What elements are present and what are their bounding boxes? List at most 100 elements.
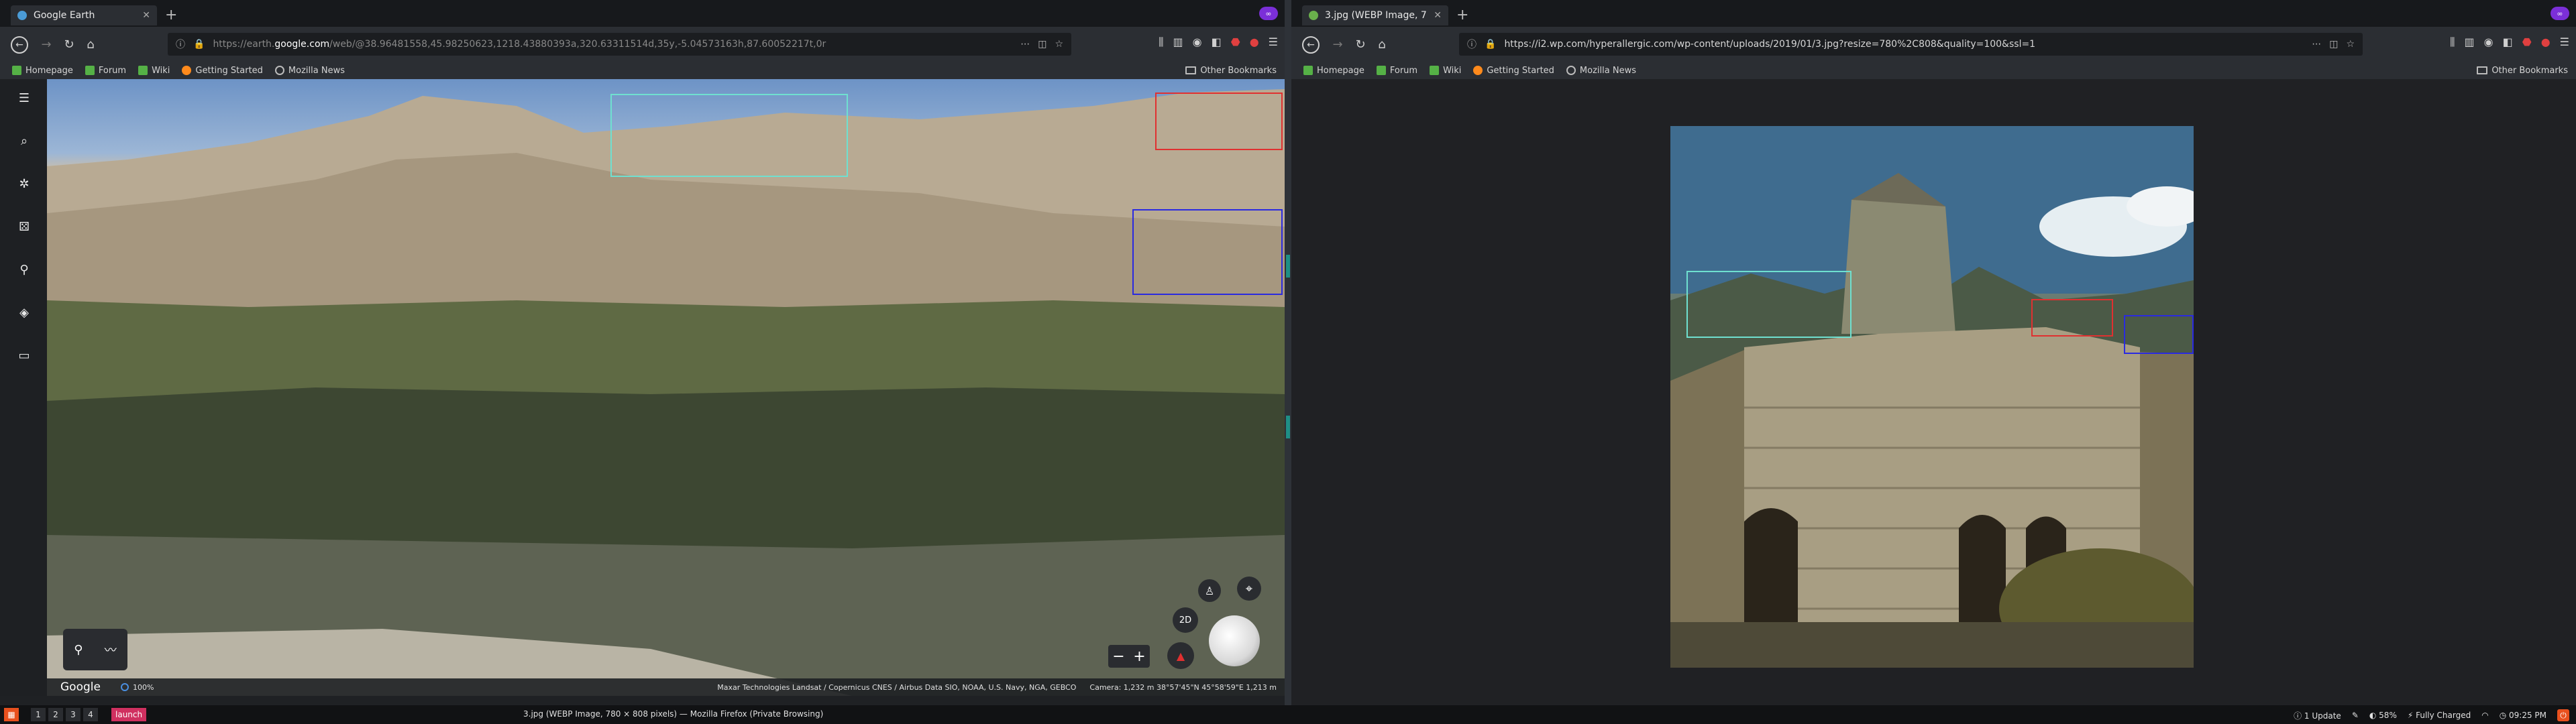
new-tab-icon[interactable]: + <box>1456 7 1468 23</box>
camera-info: Camera: 1,232 m 38°57'45"N 45°58'59"E 1,… <box>1089 682 1277 692</box>
home-button[interactable]: ⌂ <box>82 36 99 53</box>
bookmark-icon <box>1376 66 1386 75</box>
url-bar[interactable]: ⓘ 🔒 https://earth.google.com/web/@38.964… <box>168 33 1071 56</box>
wifi-icon[interactable]: ◠ <box>2481 711 2488 720</box>
close-tab-icon[interactable]: ✕ <box>142 10 150 21</box>
sidebar-icon[interactable]: ▥ <box>2465 36 2475 49</box>
more-actions-icon[interactable]: ⋯ <box>1020 39 1030 50</box>
reload-button[interactable]: ↻ <box>1352 36 1369 53</box>
globe-icon <box>1566 66 1576 75</box>
workspace-4[interactable]: 4 <box>83 708 98 721</box>
close-tab-icon[interactable]: ✕ <box>1434 10 1442 21</box>
map-style-icon[interactable]: ◈ <box>17 306 32 320</box>
view-mode-2d-button[interactable]: 2D <box>1173 607 1198 633</box>
addon-red-icon[interactable]: ● <box>2541 36 2551 49</box>
zoom-in-button[interactable]: + <box>1133 648 1145 665</box>
bookmark-getting-started[interactable]: Getting Started <box>1473 66 1554 76</box>
window-divider[interactable] <box>1285 0 1291 705</box>
url-prefix: https://earth. <box>213 39 275 50</box>
updates-indicator[interactable]: ⓘ 1 Update <box>2294 710 2341 721</box>
globe-overview-icon[interactable] <box>1209 615 1260 666</box>
home-button[interactable]: ⌂ <box>1373 36 1391 53</box>
extension-icon[interactable]: ◧ <box>1212 36 1222 49</box>
place-pin-icon[interactable]: ⚲ <box>74 643 83 657</box>
bookmark-homepage[interactable]: Homepage <box>1303 66 1364 76</box>
feeling-lucky-icon[interactable]: ⚄ <box>17 220 32 235</box>
back-button[interactable]: ← <box>11 36 28 54</box>
system-tray: ⓘ 1 Update ✎ ◐ 58% ⚡ Fully Charged ◠ ◷ 0… <box>2294 709 2569 721</box>
bookmark-forum[interactable]: Forum <box>85 66 126 76</box>
taskbar: ▦ 1 2 3 4 launch 3.jpg (WEBP Image, 780 … <box>0 705 2576 724</box>
measure-icon[interactable]: ▭ <box>17 349 32 363</box>
url-text[interactable]: https://i2.wp.com/hyperallergic.com/wp-c… <box>1504 39 2304 50</box>
menu-grid-icon[interactable]: ▦ <box>4 708 19 721</box>
ublock-icon[interactable]: ⬣ <box>2522 36 2532 49</box>
pegman-button[interactable]: ♙ <box>1198 579 1221 602</box>
other-bookmarks-label: Other Bookmarks <box>1200 65 1277 76</box>
library-icon[interactable]: ⫼ <box>2450 36 2455 49</box>
bookmark-getting-started[interactable]: Getting Started <box>182 66 263 76</box>
lock-icon: 🔒 <box>1485 39 1497 50</box>
bookmark-wiki[interactable]: Wiki <box>138 66 170 76</box>
path-icon[interactable]: 〰 <box>105 641 117 658</box>
pen-icon[interactable]: ✎ <box>2352 711 2359 720</box>
battery-indicator[interactable]: ⚡ Fully Charged <box>2408 711 2471 720</box>
menu-icon[interactable]: ☰ <box>2560 36 2569 49</box>
projects-icon[interactable]: ⚲ <box>17 263 32 278</box>
compass-icon[interactable]: ▲ <box>1167 642 1194 669</box>
sidebar-icon[interactable]: ▥ <box>1173 36 1183 49</box>
pocket-icon[interactable]: ◫ <box>2329 39 2338 50</box>
forward-button[interactable]: → <box>38 36 55 53</box>
library-icon[interactable]: ⫼ <box>1159 36 1163 49</box>
firefox-icon <box>1473 66 1483 75</box>
other-bookmarks[interactable]: Other Bookmarks <box>1185 66 1277 76</box>
bookmark-homepage[interactable]: Homepage <box>12 66 73 76</box>
url-bar[interactable]: ⓘ 🔒 https://i2.wp.com/hyperallergic.com/… <box>1459 33 2363 56</box>
info-icon: ⓘ <box>2294 711 2304 721</box>
bookmark-star-icon[interactable]: ☆ <box>1055 39 1063 50</box>
menu-icon[interactable]: ☰ <box>17 91 32 106</box>
search-icon[interactable]: ⌕ <box>17 134 32 149</box>
bookmark-forum[interactable]: Forum <box>1376 66 1417 76</box>
bookmark-mozilla-news[interactable]: Mozilla News <box>1566 66 1636 76</box>
account-icon[interactable]: ◉ <box>1193 36 1202 49</box>
workspace-1[interactable]: 1 <box>31 708 46 721</box>
info-icon[interactable]: ⓘ <box>176 38 185 51</box>
bookmark-mozilla-news[interactable]: Mozilla News <box>274 66 345 76</box>
zoom-out-button[interactable]: − <box>1112 648 1124 665</box>
other-bookmarks[interactable]: Other Bookmarks <box>2477 66 2568 76</box>
pocket-icon[interactable]: ◫ <box>1038 39 1046 50</box>
bookmark-label: Getting Started <box>1487 65 1554 76</box>
church-photo[interactable] <box>1670 126 2194 668</box>
workspace-2[interactable]: 2 <box>48 708 63 721</box>
back-button[interactable]: ← <box>1302 36 1320 54</box>
info-icon[interactable]: ⓘ <box>1467 38 1477 51</box>
forward-button[interactable]: → <box>1329 36 1346 53</box>
volume-indicator[interactable]: ◐ 58% <box>2369 711 2397 720</box>
url-text[interactable]: https://earth.google.com/web/@38.9648155… <box>213 39 1012 50</box>
ublock-icon[interactable]: ⬣ <box>1231 36 1240 49</box>
bookmark-star-icon[interactable]: ☆ <box>2346 39 2355 50</box>
new-tab-icon[interactable]: + <box>165 7 177 23</box>
reload-button[interactable]: ↻ <box>60 36 78 53</box>
apps-menu[interactable]: ▦ <box>4 708 19 721</box>
tab-google-earth[interactable]: Google Earth ✕ <box>11 5 157 25</box>
more-actions-icon[interactable]: ⋯ <box>2312 39 2321 50</box>
launch-button[interactable]: launch <box>111 708 147 721</box>
nav-bar: ← → ↻ ⌂ ⓘ 🔒 https://i2.wp.com/hyperaller… <box>1291 27 2576 62</box>
account-icon[interactable]: ◉ <box>2484 36 2493 49</box>
earth-status-bar: Google 100% Maxar Technologies Landsat /… <box>47 678 1285 696</box>
earth-3d-view[interactable] <box>47 79 1285 696</box>
url-path: /web/@38.96481558,45.98250623,1218.43880… <box>329 39 826 50</box>
workspace-3[interactable]: 3 <box>66 708 80 721</box>
menu-icon[interactable]: ☰ <box>1269 36 1278 49</box>
addon-red-icon[interactable]: ● <box>1250 36 1259 49</box>
clock[interactable]: ◷ 09:25 PM <box>2500 711 2546 720</box>
extension-icon[interactable]: ◧ <box>2503 36 2513 49</box>
power-icon[interactable]: ⏻ <box>2557 709 2569 721</box>
bookmark-wiki[interactable]: Wiki <box>1430 66 1461 76</box>
annotation-box-blue <box>2124 315 2194 354</box>
tab-image[interactable]: 3.jpg (WEBP Image, 78... ✕ <box>1302 5 1448 25</box>
voyager-icon[interactable]: ✲ <box>17 177 32 192</box>
my-location-button[interactable]: ⌖ <box>1237 577 1261 601</box>
